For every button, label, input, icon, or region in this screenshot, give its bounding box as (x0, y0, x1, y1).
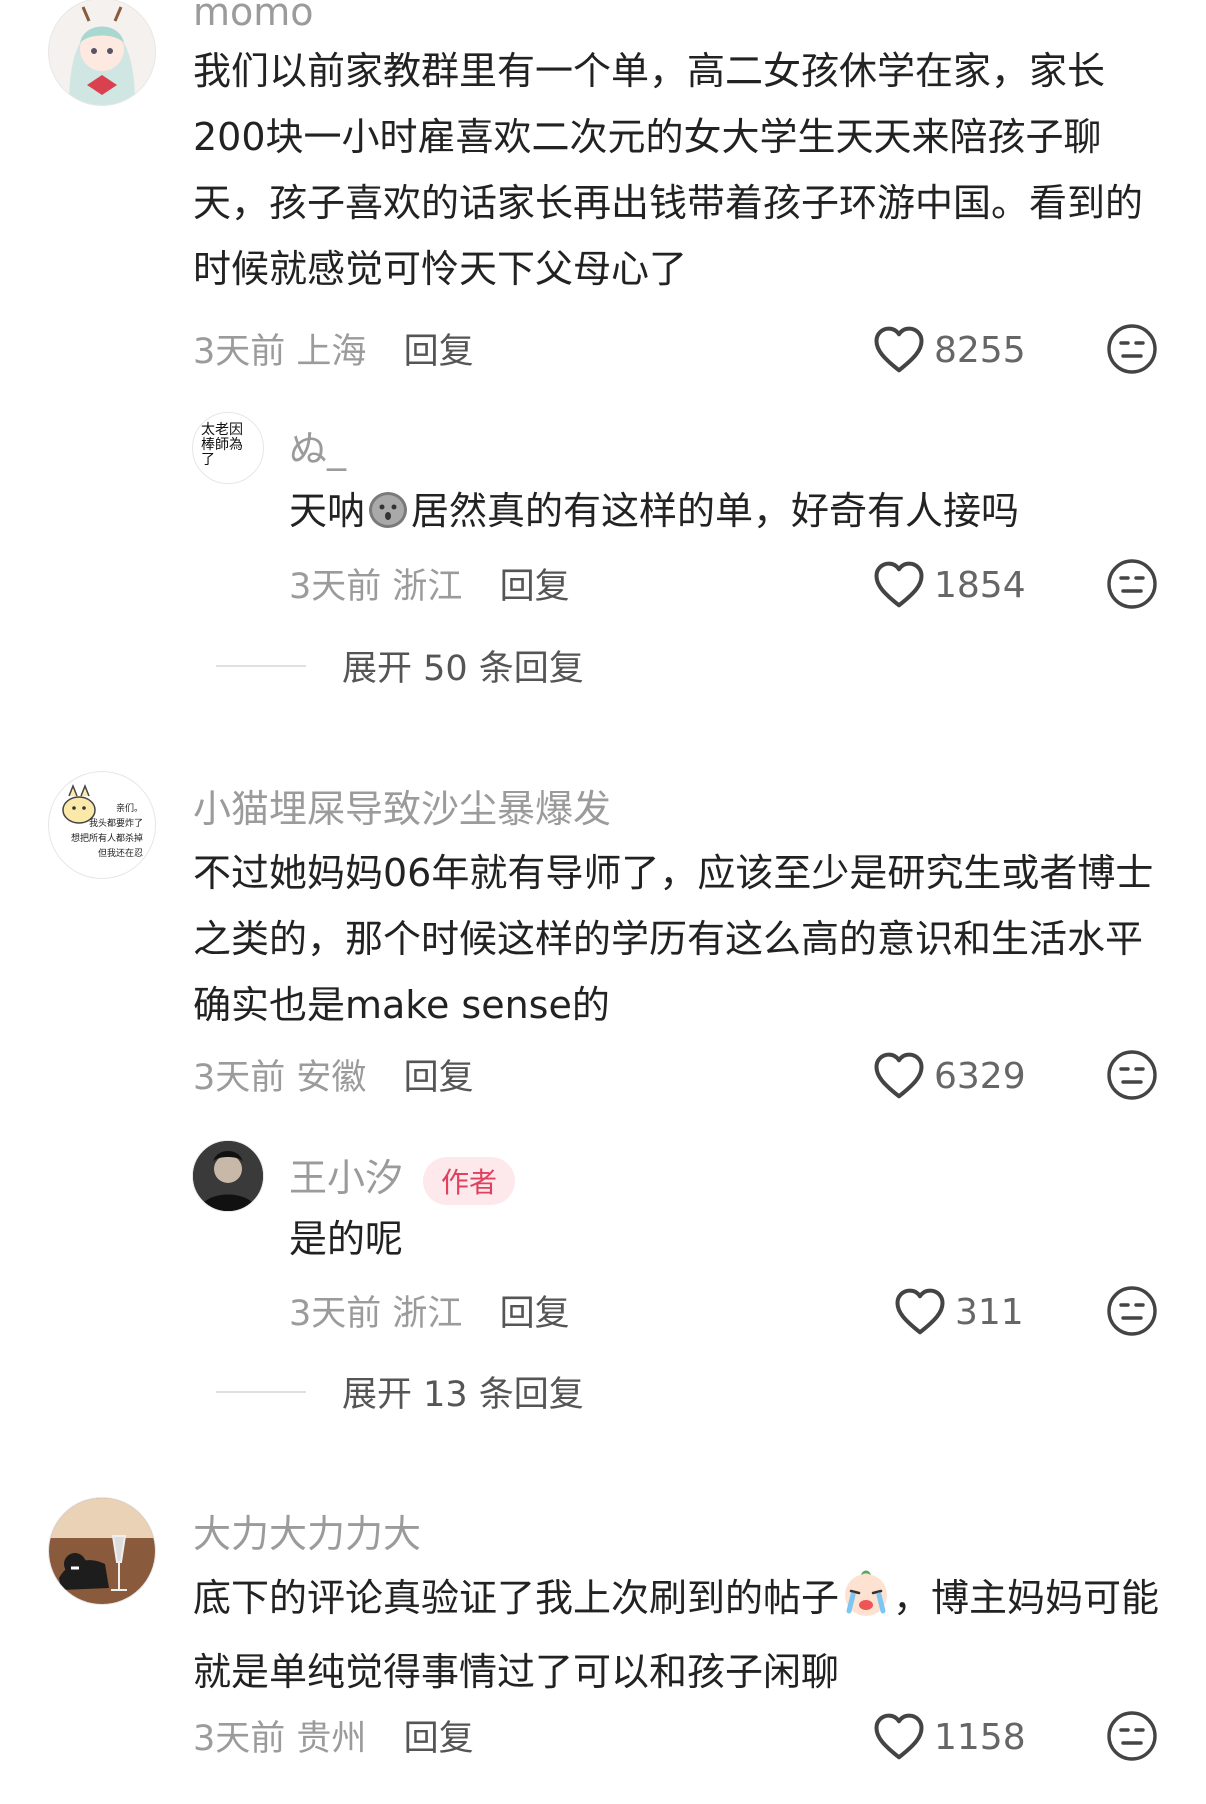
reply-username-text: 王小汐 (289, 1156, 404, 1200)
reply-location: 浙江 (392, 1294, 463, 1334)
comment-time: 3天前 (193, 332, 286, 372)
avatar[interactable]: 亲们。 我头都要炸了 想把所有人都杀掉 但我还在忍 (48, 771, 156, 879)
reply-location: 浙江 (392, 567, 463, 607)
comment-text: 不过她妈妈06年就有导师了，应该至少是研究生或者博士之类的，那个时候这样的学历有… (193, 851, 1154, 1027)
like-button[interactable]: 311 (893, 1282, 1024, 1342)
comment-time: 3天前 (193, 1058, 286, 1098)
comment-text-part: 底下的评论真验证了我上次刷到的帖子 (193, 1576, 840, 1620)
comment-time: 3天前 (193, 1719, 286, 1759)
comment-text: 我们以前家教群里有一个单，高二女孩休学在家，家长200块一小时雇喜欢二次元的女大… (193, 49, 1144, 291)
expand-replies-button[interactable]: 展开 50 条回复 (216, 640, 584, 691)
reply-text: 是的呢 (289, 1217, 404, 1261)
ghost-emoji-icon (365, 484, 411, 550)
avatar[interactable] (192, 1140, 264, 1212)
like-button[interactable]: 6329 (872, 1046, 1026, 1106)
comment-meta: 3天前 上海 回复 (193, 323, 474, 374)
dislike-face-icon[interactable] (1106, 1049, 1158, 1101)
expand-label: 展开 50 条回复 (342, 649, 584, 689)
avatar[interactable] (48, 0, 156, 106)
reply-text: 天呐 居然真的有这样的单，好奇有人接吗 (289, 478, 1189, 550)
comment-text: 底下的评论真验证了我上次刷到的帖子 ，博主妈妈可能就是单纯觉得事情过了可以和孩子闲… (193, 1565, 1163, 1705)
reply-time: 3天前 (289, 1294, 382, 1334)
dislike-face-icon[interactable] (1106, 558, 1158, 610)
reply-button[interactable]: 回复 (404, 1058, 474, 1098)
dislike-face-icon[interactable] (1106, 1285, 1158, 1337)
reply-button[interactable]: 回复 (500, 567, 570, 607)
comment-location: 上海 (296, 332, 367, 372)
divider (216, 664, 306, 667)
reply-time: 3天前 (289, 567, 382, 607)
reply-button[interactable]: 回复 (500, 1294, 570, 1334)
divider (216, 1390, 306, 1393)
dislike-face-icon[interactable] (1106, 323, 1158, 375)
reply-username[interactable]: 王小汐 作者 (289, 1147, 516, 1205)
reply-username[interactable]: ぬ_ (289, 418, 346, 473)
reply-meta: 3天前 浙江 回复 (289, 1285, 570, 1336)
avatar-text: 亲们。 我头都要炸了 想把所有人都杀掉 但我还在忍 (70, 804, 143, 859)
reply-text-part: 居然真的有这样的单，好奇有人接吗 (411, 489, 1020, 533)
dislike-face-icon[interactable] (1106, 1710, 1158, 1762)
comment-feed: momo 我们以前家教群里有一个单，高二女孩休学在家，家长200块一小时雇喜欢二… (0, 0, 1206, 1804)
comment-username[interactable]: momo (193, 0, 314, 34)
comment-username[interactable]: 大力大力力大 (193, 1503, 421, 1558)
heart-icon (893, 1285, 947, 1339)
heart-icon (872, 1049, 926, 1103)
comment-meta: 3天前 安徽 回复 (193, 1049, 474, 1100)
avatar-text: 太老因 棒師為 了 (201, 422, 243, 468)
heart-icon (872, 1710, 926, 1764)
like-count: 8255 (934, 329, 1026, 371)
reply-button[interactable]: 回复 (404, 1719, 474, 1759)
avatar[interactable] (48, 1497, 156, 1605)
comment-location: 安徽 (296, 1058, 367, 1098)
author-badge: 作者 (423, 1156, 516, 1205)
comment-location: 贵州 (296, 1719, 367, 1759)
like-count: 6329 (934, 1055, 1026, 1097)
comment-meta: 3天前 贵州 回复 (193, 1710, 474, 1761)
reply-text-part: 天呐 (289, 489, 366, 533)
comment-username[interactable]: 小猫埋屎导致沙尘暴爆发 (193, 778, 611, 833)
like-count: 1854 (934, 564, 1026, 606)
like-count: 1158 (934, 1716, 1026, 1758)
expand-label: 展开 13 条回复 (342, 1375, 584, 1415)
like-button[interactable]: 1158 (872, 1707, 1026, 1767)
like-button[interactable]: 1854 (872, 555, 1026, 615)
reply-button[interactable]: 回复 (404, 332, 474, 372)
heart-icon (872, 558, 926, 612)
like-count: 311 (955, 1291, 1024, 1333)
reply-meta: 3天前 浙江 回复 (289, 558, 570, 609)
heart-icon (872, 323, 926, 377)
avatar[interactable]: 太老因 棒師為 了 (192, 412, 264, 484)
expand-replies-button[interactable]: 展开 13 条回复 (216, 1366, 584, 1417)
crying-emoji-icon (839, 1565, 893, 1639)
like-button[interactable]: 8255 (872, 320, 1026, 380)
